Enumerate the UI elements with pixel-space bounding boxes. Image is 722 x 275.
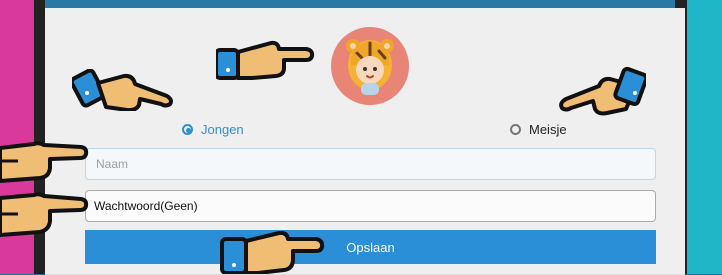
radio-jongen[interactable]: Jongen [182,120,244,138]
radio-button-icon [510,123,521,135]
radio-jongen-label: Jongen [201,121,244,137]
tiger-avatar-icon [346,39,394,95]
pointing-hand-icon [72,69,173,111]
name-input[interactable] [94,156,647,172]
pointing-hand-icon [0,141,89,183]
radio-meisje-label: Meisje [529,121,567,137]
password-value: Wachtwoord(Geen) [94,199,198,213]
pointing-hand-icon [559,66,646,116]
pointing-hand-icon [216,40,315,80]
save-button[interactable]: Opslaan [85,230,656,264]
name-field[interactable] [85,148,656,180]
radio-button-icon [182,123,193,135]
right-device-edge [687,0,722,274]
radio-meisje[interactable]: Meisje [510,120,567,138]
password-field[interactable]: Wachtwoord(Geen) [85,190,656,222]
pointing-hand-icon [220,230,325,274]
avatar[interactable] [331,27,409,105]
pointing-hand-icon [0,192,89,237]
top-bar [0,0,722,8]
